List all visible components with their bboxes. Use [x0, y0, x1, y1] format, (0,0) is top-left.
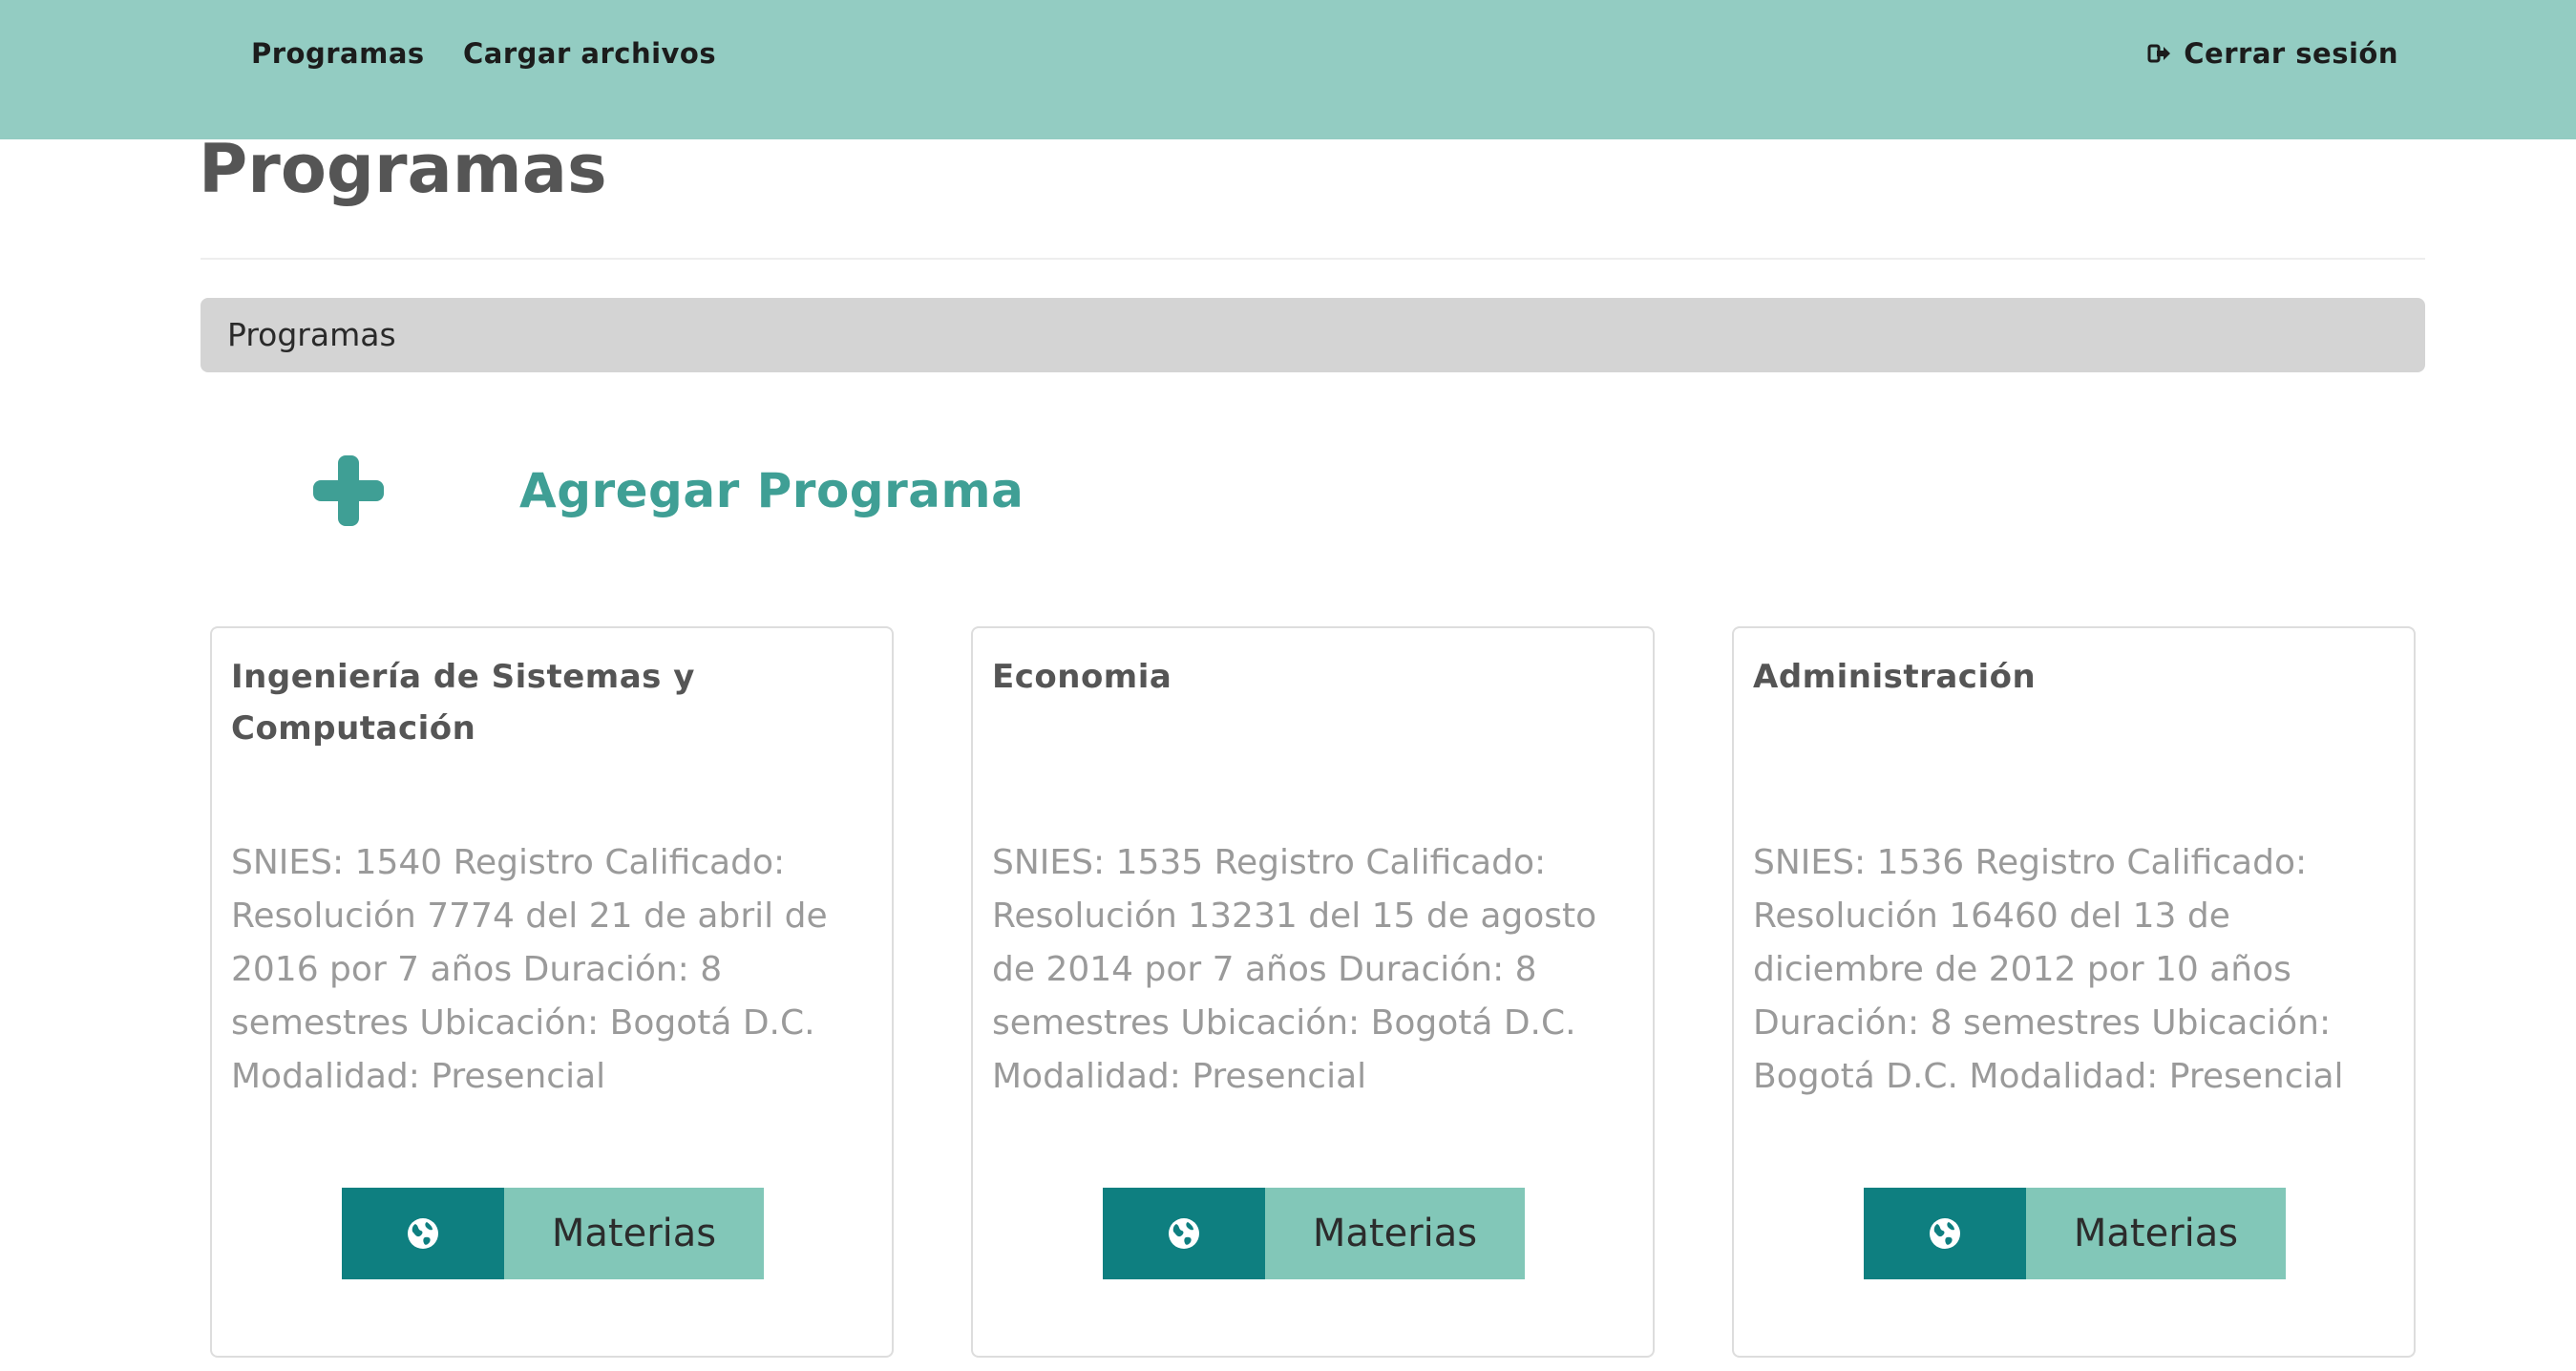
materias-button[interactable]: Materias [1265, 1188, 1525, 1279]
sign-out-icon [2147, 44, 2171, 63]
program-title: Administración [1753, 658, 2037, 696]
top-navbar: Programas Cargar archivos Cerrar sesión [0, 0, 2576, 139]
materias-button[interactable]: Materias [2026, 1188, 2286, 1279]
breadcrumb-item: Programas [227, 316, 396, 353]
program-actions: Materias [342, 1188, 764, 1279]
add-program-button[interactable]: Agregar Programa [311, 451, 1024, 531]
logout-label: Cerrar sesión [2184, 37, 2398, 70]
globe-icon [1169, 1218, 1199, 1249]
program-description: SNIES: 1540 Registro Calificado: Resoluc… [231, 843, 828, 1096]
program-card: Ingeniería de Sistemas y Computación SNI… [210, 626, 894, 1358]
globe-button[interactable] [1103, 1188, 1265, 1279]
program-card: Administración SNIES: 1536 Registro Cali… [1732, 626, 2416, 1358]
page-title: Programas [199, 130, 607, 208]
program-actions: Materias [1864, 1188, 2286, 1279]
globe-button[interactable] [342, 1188, 504, 1279]
program-title: Ingeniería de Sistemas y Computación [231, 658, 695, 748]
add-program-label: Agregar Programa [519, 463, 1024, 518]
program-actions: Materias [1103, 1188, 1525, 1279]
program-title: Economia [992, 658, 1172, 696]
nav-programs-link[interactable]: Programas [251, 0, 425, 107]
program-card: Economia SNIES: 1535 Registro Calificado… [971, 626, 1655, 1358]
program-description: SNIES: 1536 Registro Calificado: Resoluc… [1753, 843, 2344, 1096]
globe-icon [1930, 1218, 1960, 1249]
nav-upload-files-link[interactable]: Cargar archivos [463, 0, 716, 107]
logout-link[interactable]: Cerrar sesión [2147, 0, 2398, 107]
breadcrumb: Programas [201, 298, 2425, 372]
title-divider [201, 258, 2425, 260]
globe-button[interactable] [1864, 1188, 2026, 1279]
materias-button[interactable]: Materias [504, 1188, 764, 1279]
program-card-list: Ingeniería de Sistemas y Computación SNI… [210, 626, 2416, 1361]
plus-icon [313, 455, 384, 526]
globe-icon [408, 1218, 438, 1249]
program-description: SNIES: 1535 Registro Calificado: Resoluc… [992, 843, 1597, 1096]
